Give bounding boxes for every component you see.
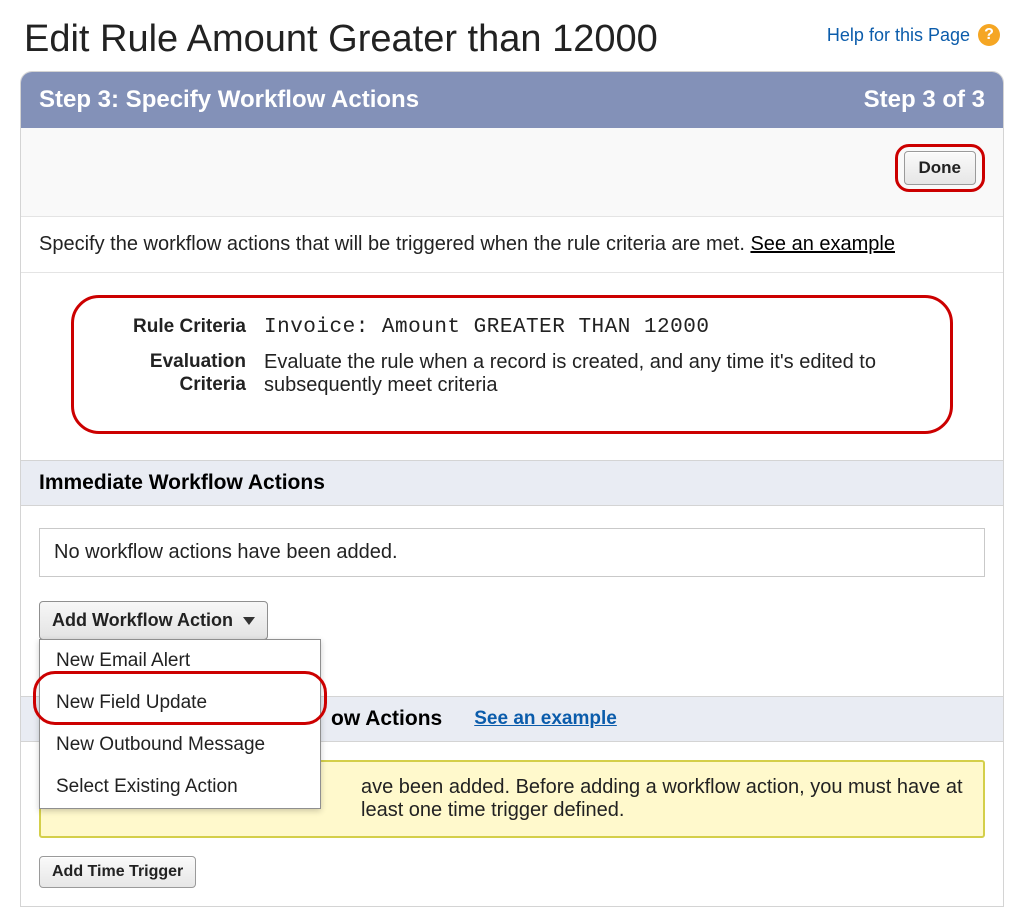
rule-criteria-label: Rule Criteria — [96, 316, 246, 339]
evaluation-criteria-value: Evaluate the rule when a record is creat… — [264, 351, 928, 397]
menu-item-new-field-update[interactable]: New Field Update — [40, 682, 320, 724]
done-highlight: Done — [895, 144, 986, 192]
add-time-trigger-button[interactable]: Add Time Trigger — [39, 856, 196, 888]
immediate-actions-title: Immediate Workflow Actions — [39, 471, 325, 495]
immediate-actions-header: Immediate Workflow Actions — [21, 460, 1003, 506]
menu-item-select-existing-action[interactable]: Select Existing Action — [40, 766, 320, 808]
step-counter: Step 3 of 3 — [864, 86, 985, 114]
help-icon: ? — [978, 24, 1000, 46]
immediate-empty-msg: No workflow actions have been added. — [39, 528, 985, 577]
step-bar: Step 3: Specify Workflow Actions Step 3 … — [21, 72, 1003, 128]
page-title: Edit Rule Amount Greater than 12000 — [24, 18, 658, 61]
menu-item-new-email-alert[interactable]: New Email Alert — [40, 640, 320, 682]
evaluation-criteria-label: Evaluation Criteria — [96, 351, 246, 397]
time-dependent-title-fragment: ow Actions — [331, 707, 442, 731]
step-title: Step 3: Specify Workflow Actions — [39, 86, 419, 114]
criteria-highlight: Rule Criteria Invoice: Amount GREATER TH… — [71, 295, 953, 434]
menu-item-new-outbound-message[interactable]: New Outbound Message — [40, 724, 320, 766]
time-dependent-info-text: ave been added. Before adding a workflow… — [361, 776, 963, 821]
done-row: Done — [21, 128, 1003, 217]
see-example-link[interactable]: See an example — [750, 233, 895, 255]
done-button[interactable]: Done — [904, 151, 977, 185]
help-link-label: Help for this Page — [827, 25, 970, 46]
intro-text: Specify the workflow actions that will b… — [21, 217, 1003, 273]
add-workflow-action-dropdown[interactable]: Add Workflow Action — [39, 601, 268, 640]
add-workflow-action-label: Add Workflow Action — [52, 610, 233, 631]
help-link[interactable]: Help for this Page ? — [827, 18, 1000, 46]
intro-body: Specify the workflow actions that will b… — [39, 233, 750, 255]
time-dependent-see-example-link[interactable]: See an example — [474, 708, 617, 730]
chevron-down-icon — [243, 617, 255, 625]
rule-criteria-value: Invoice: Amount GREATER THAN 12000 — [264, 316, 928, 339]
add-workflow-action-menu: New Email Alert New Field Update New Out… — [39, 639, 321, 809]
workflow-panel: Step 3: Specify Workflow Actions Step 3 … — [20, 71, 1004, 907]
